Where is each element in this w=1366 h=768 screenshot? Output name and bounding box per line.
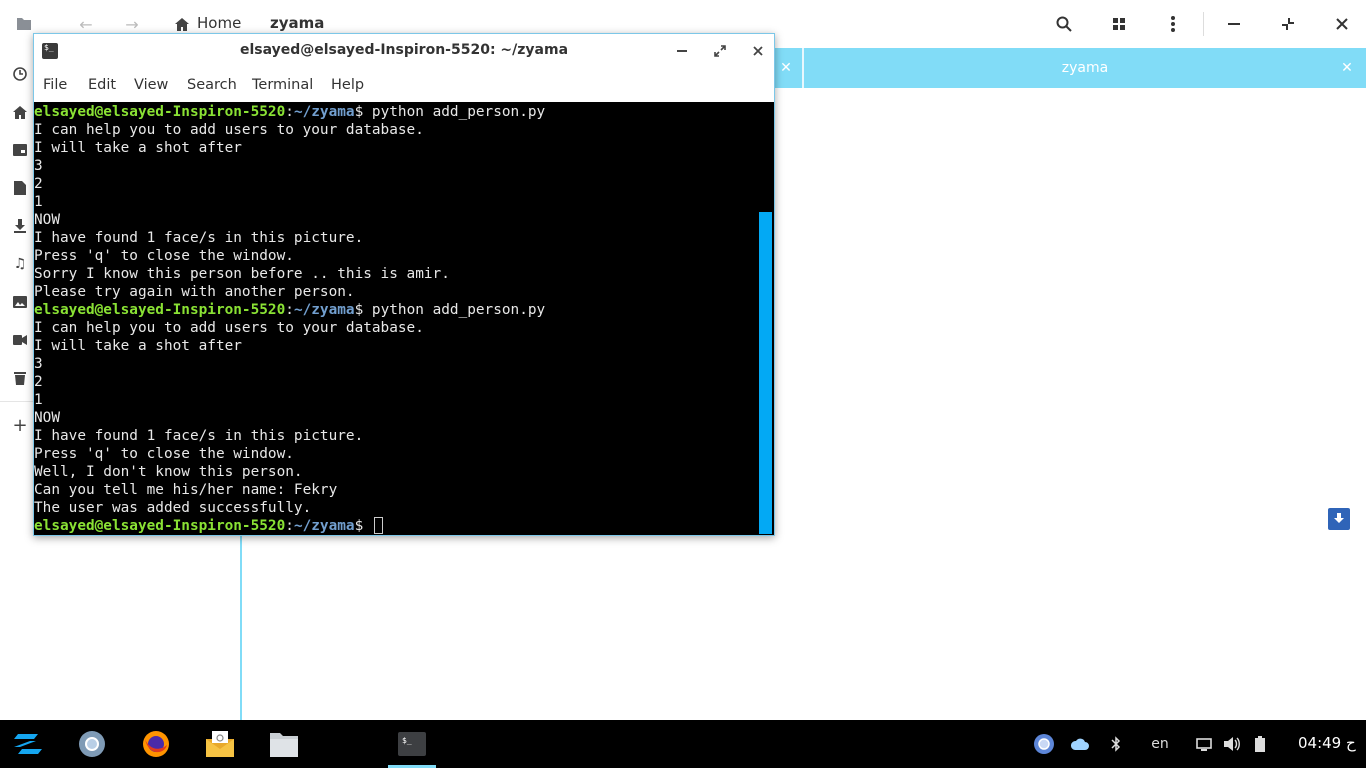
files-icon[interactable] <box>266 726 302 762</box>
terminal-output-line: Please try again with another person. <box>34 284 355 300</box>
menu-view[interactable]: View <box>134 77 168 93</box>
battery-icon[interactable] <box>1252 734 1268 754</box>
terminal-lines: elsayed@elsayed-Inspiron-5520:~/zyama$ p… <box>34 103 545 535</box>
desktop: ← → Home zyama ✕ zyama ✕ ♫ + $_ elsayed@… <box>0 0 1366 768</box>
terminal-minimize-icon[interactable] <box>672 41 692 61</box>
home-icon[interactable] <box>10 102 30 122</box>
pictures-icon[interactable] <box>10 292 30 312</box>
firefox-icon[interactable] <box>138 726 174 762</box>
terminal-output-line: Well, I don't know this person. <box>34 464 303 480</box>
terminal-output-line: 2 <box>34 176 43 192</box>
grid-view-icon[interactable] <box>1103 8 1135 40</box>
prompt-user: elsayed@elsayed-Inspiron-5520 <box>34 104 286 120</box>
terminal-title: elsayed@elsayed-Inspiron-5520: ~/zyama <box>239 42 569 58</box>
taskbar: $_ en 04:49 ح <box>0 720 1366 768</box>
terminal-prompt-line: elsayed@elsayed-Inspiron-5520:~/zyama$ p… <box>34 103 545 121</box>
keyboard-layout[interactable]: en <box>1146 734 1174 754</box>
music-icon[interactable]: ♫ <box>10 254 30 274</box>
terminal-output-line: I have found 1 face/s in this picture. <box>34 428 364 444</box>
terminal-output-line: Press 'q' to close the window. <box>34 446 294 462</box>
terminal-icon[interactable]: $_ <box>394 726 430 762</box>
terminal-prompt-line: elsayed@elsayed-Inspiron-5520:~/zyama$ <box>34 517 545 535</box>
terminal-output-line: The user was added successfully. <box>34 500 312 516</box>
chromium-icon[interactable] <box>74 726 110 762</box>
terminal-output-line: Can you tell me his/her name: Fekry <box>34 482 338 498</box>
terminal-output-line: I can help you to add users to your data… <box>34 320 424 336</box>
breadcrumb-home[interactable]: Home <box>197 14 241 32</box>
cloud-sync-icon[interactable] <box>1070 734 1090 754</box>
prompt-separator: : <box>285 104 294 120</box>
tab-zyama[interactable]: zyama <box>804 48 1366 88</box>
menu-help[interactable]: Help <box>331 77 364 93</box>
header-separator <box>1203 12 1204 36</box>
menu-search[interactable]: Search <box>187 77 237 93</box>
prompt-separator: : <box>285 302 294 318</box>
terminal-output-line: 3 <box>34 356 43 372</box>
download-arrow-icon[interactable] <box>1328 508 1350 530</box>
prompt-command: python add_person.py <box>371 104 546 120</box>
terminal-maximize-icon[interactable] <box>710 41 730 61</box>
prompt-path: ~/zyama <box>293 518 355 534</box>
svg-text:$_: $_ <box>402 736 412 745</box>
trash-icon[interactable] <box>10 368 30 388</box>
tab-close-icon[interactable]: ✕ <box>1337 58 1357 78</box>
prompt-separator: : <box>285 518 294 534</box>
terminal-titlebar[interactable]: $_ elsayed@elsayed-Inspiron-5520: ~/zyam… <box>34 34 774 68</box>
prompt-command: python add_person.py <box>371 302 546 318</box>
terminal-scrollbar[interactable] <box>759 212 772 534</box>
prompt-dollar: $ <box>354 104 372 120</box>
videos-icon[interactable] <box>10 330 30 350</box>
display-icon[interactable] <box>1194 734 1214 754</box>
terminal-output-line: 2 <box>34 374 43 390</box>
terminal-output-line: Press 'q' to close the window. <box>34 248 294 264</box>
add-icon[interactable]: + <box>10 415 30 436</box>
more-menu-icon[interactable] <box>1157 8 1189 40</box>
prompt-user: elsayed@elsayed-Inspiron-5520 <box>34 518 286 534</box>
terminal-menubar: File Edit View Search Terminal Help <box>34 68 774 102</box>
terminal-close-icon[interactable] <box>748 41 768 61</box>
breadcrumb-current[interactable]: zyama <box>270 14 324 32</box>
prompt-user: elsayed@elsayed-Inspiron-5520 <box>34 302 286 318</box>
prompt-dollar: $ <box>354 518 372 534</box>
chromium-tray-icon[interactable] <box>1032 734 1056 754</box>
minimize-icon[interactable] <box>1218 8 1250 40</box>
prompt-path: ~/zyama <box>293 104 355 120</box>
terminal-prompt-line: elsayed@elsayed-Inspiron-5520:~/zyama$ p… <box>34 301 545 319</box>
downloads-icon[interactable] <box>10 216 30 236</box>
menu-edit[interactable]: Edit <box>88 77 116 93</box>
documents-icon[interactable] <box>10 178 30 198</box>
tab-close-icon[interactable]: ✕ <box>776 58 796 78</box>
terminal-output-line: NOW <box>34 410 60 426</box>
terminal-output-line: 1 <box>34 392 43 408</box>
recent-icon[interactable] <box>10 64 30 84</box>
mail-icon[interactable] <box>202 726 238 762</box>
clock[interactable]: 04:49 ح <box>1298 734 1356 752</box>
terminal-output-line: I have found 1 face/s in this picture. <box>34 230 364 246</box>
terminal-output-line: 1 <box>34 194 43 210</box>
desktop-icon[interactable] <box>10 140 30 160</box>
prompt-dollar: $ <box>354 302 372 318</box>
zorin-menu-icon[interactable] <box>10 726 46 762</box>
volume-icon[interactable] <box>1222 734 1242 754</box>
terminal-output-line: I will take a shot after <box>34 140 242 156</box>
prompt-path: ~/zyama <box>293 302 355 318</box>
restore-icon[interactable] <box>1272 8 1304 40</box>
bluetooth-icon[interactable] <box>1106 734 1126 754</box>
terminal-output-line: I will take a shot after <box>34 338 242 354</box>
menu-file[interactable]: File <box>43 77 67 93</box>
terminal-output-line: 3 <box>34 158 43 174</box>
close-icon[interactable] <box>1326 8 1358 40</box>
search-icon[interactable] <box>1048 8 1080 40</box>
tab-zyama-label: zyama <box>1061 60 1109 76</box>
menu-terminal[interactable]: Terminal <box>252 77 313 93</box>
terminal-cursor <box>373 517 383 534</box>
terminal-window: $_ elsayed@elsayed-Inspiron-5520: ~/zyam… <box>33 33 775 536</box>
terminal-output-line: NOW <box>34 212 60 228</box>
terminal-output-line: I can help you to add users to your data… <box>34 122 424 138</box>
terminal-output[interactable]: elsayed@elsayed-Inspiron-5520:~/zyama$ p… <box>34 102 774 535</box>
terminal-output-line: Sorry I know this person before .. this … <box>34 266 450 282</box>
